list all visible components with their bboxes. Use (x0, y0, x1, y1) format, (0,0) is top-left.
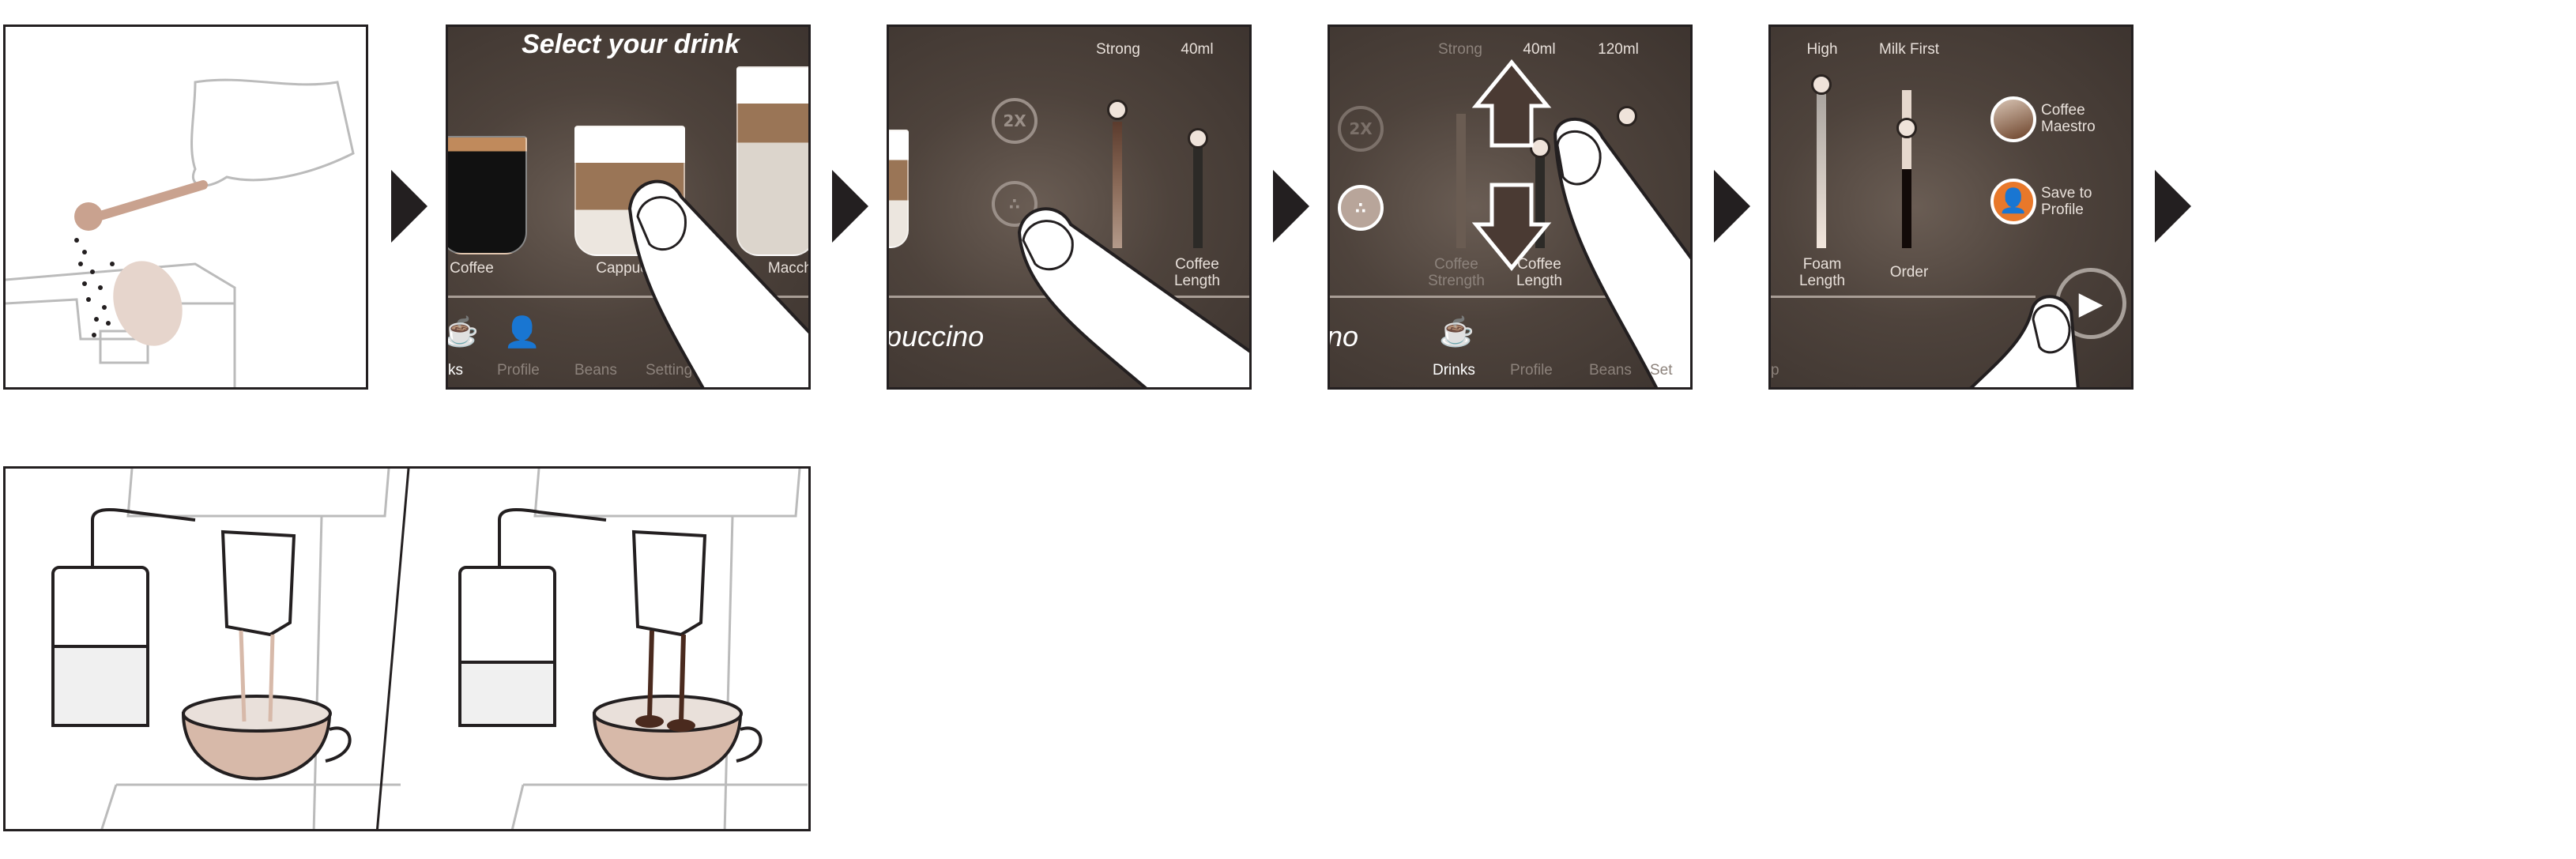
next-step-arrow (2155, 170, 2191, 243)
nav-settings[interactable]: Set (1650, 362, 1673, 379)
step-2-select-drink-screen: Select your drink Coffee Cappuc Macchi ☕… (446, 24, 811, 390)
brewing-illustration (3, 466, 811, 831)
next-step-arrow (1273, 170, 1309, 243)
finger-swipe-icon (1553, 117, 1690, 387)
next-step-arrow (1714, 170, 1750, 243)
step-3-adjust-strength-screen: 2X ∴ Strong 40ml Coffee Length puccino D (887, 24, 1252, 390)
finger-tap-icon (1017, 207, 1249, 387)
step-4-adjust-length-screen: 2X ∴ Strong 40ml 120ml Coffee Strength C… (1328, 24, 1693, 390)
next-step-arrow (391, 170, 427, 243)
milk-then-coffee-dispensing-illustration (51, 469, 808, 829)
step-1-add-ground-coffee (3, 24, 368, 390)
finger-tap-icon (627, 179, 808, 387)
next-step-arrow (832, 170, 868, 243)
scoop-ground-coffee-illustration (6, 78, 355, 387)
step-5-milk-settings-screen: High Milk First Foam Length Order Coffee… (1768, 24, 2133, 390)
finger-tap-icon (1969, 295, 2080, 387)
